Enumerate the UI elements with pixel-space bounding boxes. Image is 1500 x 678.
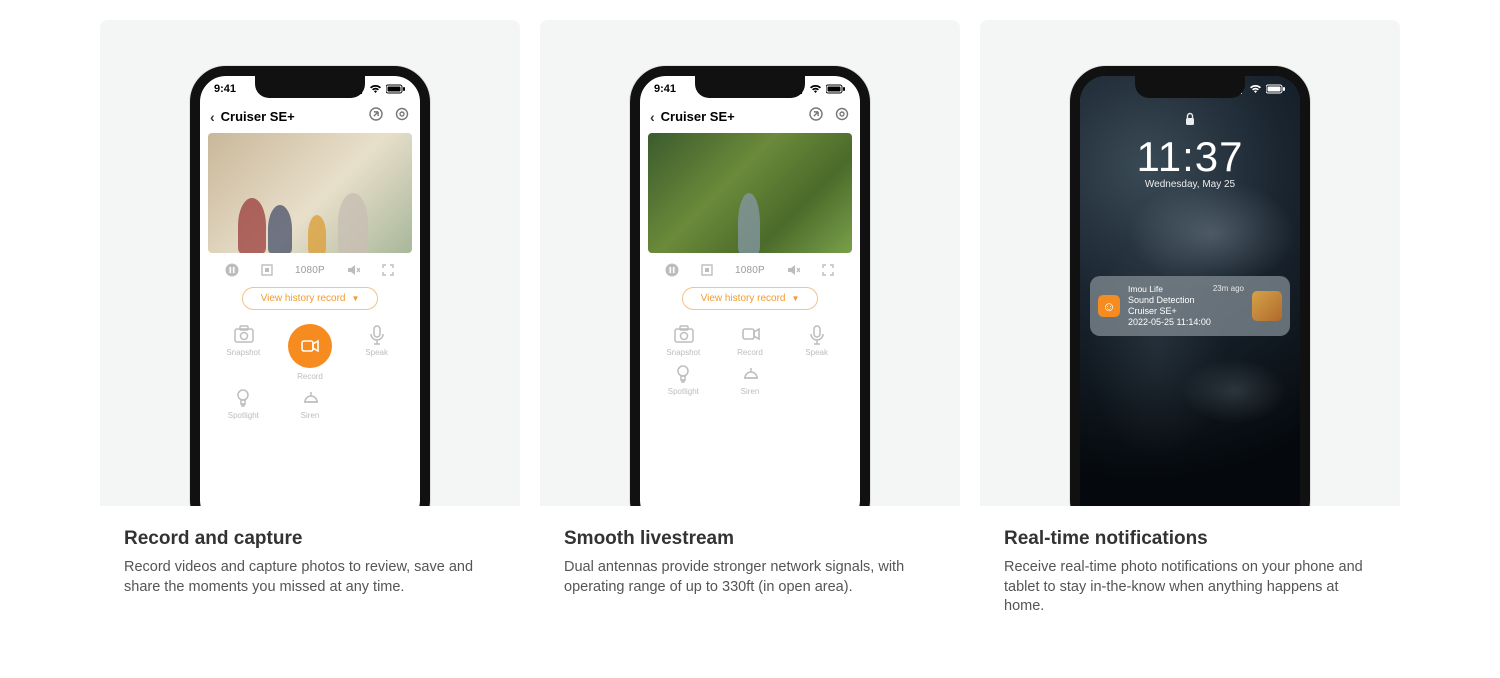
notif-device: Cruiser SE+	[1128, 306, 1244, 317]
notif-thumbnail	[1252, 291, 1282, 321]
feature-body: Receive real-time photo notifications on…	[1004, 558, 1376, 617]
settings-icon[interactable]	[394, 106, 410, 127]
siren-icon[interactable]	[740, 363, 760, 383]
device-title: Cruiser SE+	[221, 109, 295, 124]
settings-icon[interactable]	[834, 106, 850, 127]
battery-icon	[1266, 84, 1286, 94]
speak-icon[interactable]	[367, 324, 387, 344]
fullscreen-icon[interactable]	[381, 263, 395, 277]
app-header: ‹ Cruiser SE+	[640, 102, 860, 133]
stop-icon[interactable]	[260, 263, 274, 277]
playback-controls: 1080P	[200, 253, 420, 283]
status-time: 9:41	[214, 83, 236, 95]
phone-mockup: 11:37 Wednesday, May 25 ☺ Imou Life 23m …	[1070, 66, 1310, 506]
spotlight-label: Spotlight	[228, 411, 259, 420]
feature-title: Real-time notifications	[1004, 528, 1376, 550]
feature-title: Smooth livestream	[564, 528, 936, 550]
siren-label: Siren	[741, 387, 760, 396]
battery-icon	[826, 84, 846, 94]
record-icon[interactable]	[740, 324, 760, 344]
stop-icon[interactable]	[700, 263, 714, 277]
lockscreen-date: Wednesday, May 25	[1080, 179, 1300, 190]
feature-card-notifications: 11:37 Wednesday, May 25 ☺ Imou Life 23m …	[980, 20, 1400, 635]
view-history-button[interactable]: View history record ▼	[242, 287, 379, 310]
view-history-button[interactable]: View history record ▼	[682, 287, 819, 310]
share-icon[interactable]	[368, 106, 384, 127]
record-label: Record	[297, 372, 323, 381]
notif-app-icon: ☺	[1098, 295, 1120, 317]
resolution-label[interactable]: 1080P	[735, 265, 765, 276]
siren-icon[interactable]	[300, 387, 320, 407]
snapshot-icon[interactable]	[673, 324, 693, 344]
snapshot-label: Snapshot	[666, 348, 700, 357]
back-icon[interactable]: ‹	[650, 109, 655, 125]
snapshot-label: Snapshot	[226, 348, 260, 357]
notif-age: 23m ago	[1213, 284, 1244, 295]
action-button-grid: Snapshot Record Speak Spotlight	[200, 320, 420, 420]
live-video-preview[interactable]	[208, 133, 412, 253]
feature-card-image: 11:37 Wednesday, May 25 ☺ Imou Life 23m …	[980, 20, 1400, 506]
notif-timestamp: 2022-05-25 11:14:00	[1128, 317, 1244, 328]
pause-icon[interactable]	[225, 263, 239, 277]
feature-body: Record videos and capture photos to revi…	[124, 558, 496, 597]
wifi-icon	[809, 84, 822, 94]
snapshot-icon[interactable]	[233, 324, 253, 344]
feature-card-image: 9:41 ‹ Cruiser SE+	[540, 20, 960, 506]
lock-icon	[1080, 112, 1300, 129]
device-title: Cruiser SE+	[661, 109, 735, 124]
feature-title: Record and capture	[124, 528, 496, 550]
feature-card-image: 9:41 ‹ Cruiser SE+	[100, 20, 520, 506]
phone-notch	[1135, 76, 1245, 98]
spotlight-label: Spotlight	[668, 387, 699, 396]
speak-label: Speak	[805, 348, 828, 357]
pause-icon[interactable]	[665, 263, 679, 277]
chevron-down-icon: ▼	[351, 294, 359, 303]
record-button[interactable]	[288, 324, 332, 368]
record-label: Record	[737, 348, 763, 357]
lockscreen-time: 11:37	[1080, 133, 1300, 181]
speak-label: Speak	[365, 348, 388, 357]
live-video-preview[interactable]	[648, 133, 852, 253]
wifi-icon	[369, 84, 382, 94]
spotlight-icon[interactable]	[233, 387, 253, 407]
status-time: 9:41	[654, 83, 676, 95]
mute-icon[interactable]	[346, 263, 360, 277]
resolution-label[interactable]: 1080P	[295, 265, 325, 276]
notif-app-name: Imou Life	[1128, 284, 1163, 295]
view-history-label: View history record	[701, 293, 786, 304]
wifi-icon	[1249, 84, 1262, 94]
mute-icon[interactable]	[786, 263, 800, 277]
phone-mockup: 9:41 ‹ Cruiser SE+	[630, 66, 870, 506]
fullscreen-icon[interactable]	[821, 263, 835, 277]
chevron-down-icon: ▼	[791, 294, 799, 303]
phone-notch	[695, 76, 805, 98]
feature-body: Dual antennas provide stronger network s…	[564, 558, 936, 597]
share-icon[interactable]	[808, 106, 824, 127]
speak-icon[interactable]	[807, 324, 827, 344]
action-button-grid: Snapshot Record Speak Spotlight	[640, 320, 860, 396]
feature-card-livestream: 9:41 ‹ Cruiser SE+	[540, 20, 960, 635]
feature-card-record: 9:41 ‹ Cruiser SE+	[100, 20, 520, 635]
back-icon[interactable]: ‹	[210, 109, 215, 125]
phone-notch	[255, 76, 365, 98]
playback-controls: 1080P	[640, 253, 860, 283]
notif-title: Sound Detection	[1128, 295, 1244, 306]
notification-card[interactable]: ☺ Imou Life 23m ago Sound Detection Crui…	[1090, 276, 1290, 336]
spotlight-icon[interactable]	[673, 363, 693, 383]
view-history-label: View history record	[261, 293, 346, 304]
phone-mockup: 9:41 ‹ Cruiser SE+	[190, 66, 430, 506]
siren-label: Siren	[301, 411, 320, 420]
battery-icon	[386, 84, 406, 94]
app-header: ‹ Cruiser SE+	[200, 102, 420, 133]
